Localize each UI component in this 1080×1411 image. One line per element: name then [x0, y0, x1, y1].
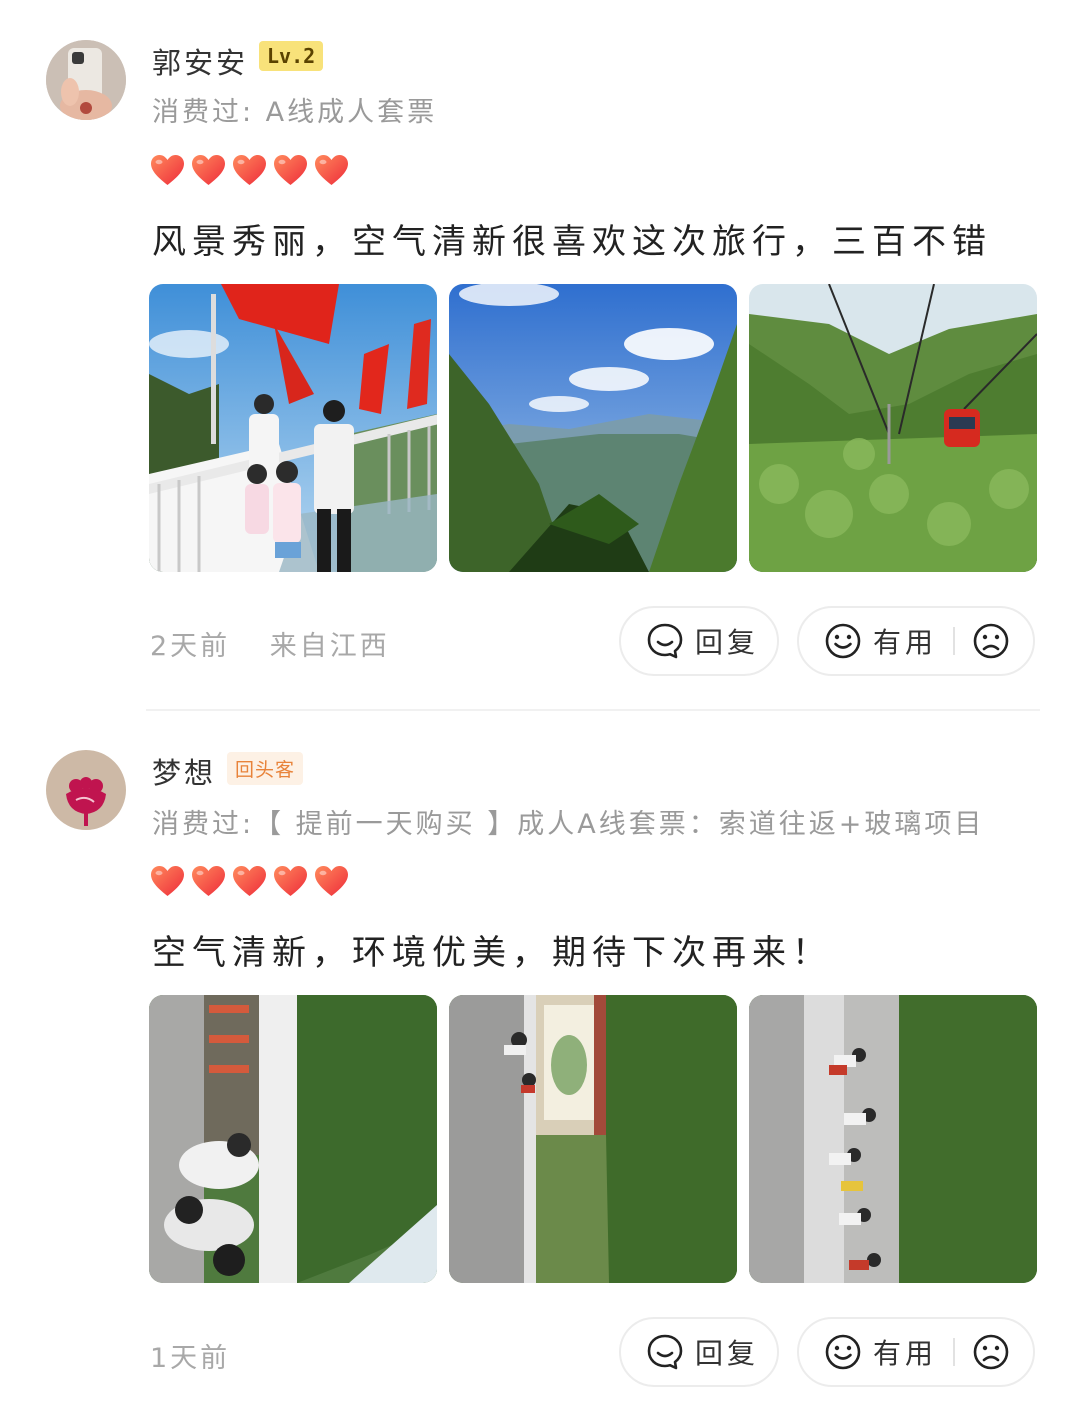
heart-icon — [232, 154, 267, 186]
useful-label: 有用 — [873, 1337, 938, 1370]
reply-label: 回复 — [695, 1337, 760, 1370]
rating-hearts — [150, 865, 349, 897]
review-photo[interactable] — [149, 284, 437, 572]
review-card: 郭安安 Lv.2 消费过: A线成人套票 风景秀丽，空气清新很喜欢这次旅行，三百… — [0, 0, 1080, 700]
reply-button[interactable]: 回复 — [619, 606, 779, 676]
heart-icon — [191, 154, 226, 186]
avatar[interactable] — [46, 750, 126, 830]
divider — [953, 627, 956, 655]
photo-row — [149, 284, 1037, 572]
username[interactable]: 梦想 — [152, 750, 216, 792]
review-meta: 2天前 来自江西 — [150, 624, 390, 663]
heart-icon — [314, 154, 349, 186]
reply-label: 回复 — [695, 626, 760, 659]
review-photo[interactable] — [449, 995, 737, 1283]
avatar[interactable] — [46, 40, 126, 120]
smile-face-icon — [823, 1332, 863, 1372]
username[interactable]: 郭安安 — [152, 40, 248, 82]
review-location: 来自江西 — [269, 631, 390, 662]
sad-face-icon[interactable] — [971, 621, 1011, 661]
review-photo[interactable] — [149, 995, 437, 1283]
level-badge: Lv.2 — [259, 41, 324, 71]
review-photo[interactable] — [449, 284, 737, 572]
consumed-product: 消费过:【 提前一天购买 】成人A线套票：索道往返+玻璃项目 — [152, 809, 985, 840]
return-customer-badge: 回头客 — [227, 752, 304, 785]
consumed-product: 消费过: A线成人套票 — [152, 97, 438, 128]
review-meta: 1天前 — [150, 1336, 230, 1375]
heart-icon — [314, 865, 349, 897]
review-text: 空气清新，环境优美，期待下次再来！ — [152, 933, 832, 973]
photo-row — [149, 995, 1037, 1283]
review-photo[interactable] — [749, 995, 1037, 1283]
review-text: 风景秀丽，空气清新很喜欢这次旅行，三百不错 — [152, 222, 992, 262]
heart-icon — [273, 865, 308, 897]
heart-icon — [150, 154, 185, 186]
heart-icon — [232, 865, 267, 897]
review-photo[interactable] — [749, 284, 1037, 572]
review-card: 梦想 回头客 消费过:【 提前一天购买 】成人A线套票：索道往返+玻璃项目 空气… — [0, 712, 1080, 1411]
heart-icon — [191, 865, 226, 897]
useful-button[interactable]: 有用 — [797, 606, 1035, 676]
rating-hearts — [150, 154, 349, 186]
speech-bubble-icon — [645, 1332, 685, 1372]
heart-icon — [150, 865, 185, 897]
useful-label: 有用 — [873, 626, 938, 659]
review-time: 2天前 — [150, 631, 231, 662]
review-divider — [146, 709, 1040, 711]
review-time: 1天前 — [150, 1343, 231, 1374]
reply-button[interactable]: 回复 — [619, 1317, 779, 1387]
speech-bubble-icon — [645, 621, 685, 661]
divider — [953, 1338, 956, 1366]
useful-button[interactable]: 有用 — [797, 1317, 1035, 1387]
smile-face-icon — [823, 621, 863, 661]
sad-face-icon[interactable] — [971, 1332, 1011, 1372]
heart-icon — [273, 154, 308, 186]
